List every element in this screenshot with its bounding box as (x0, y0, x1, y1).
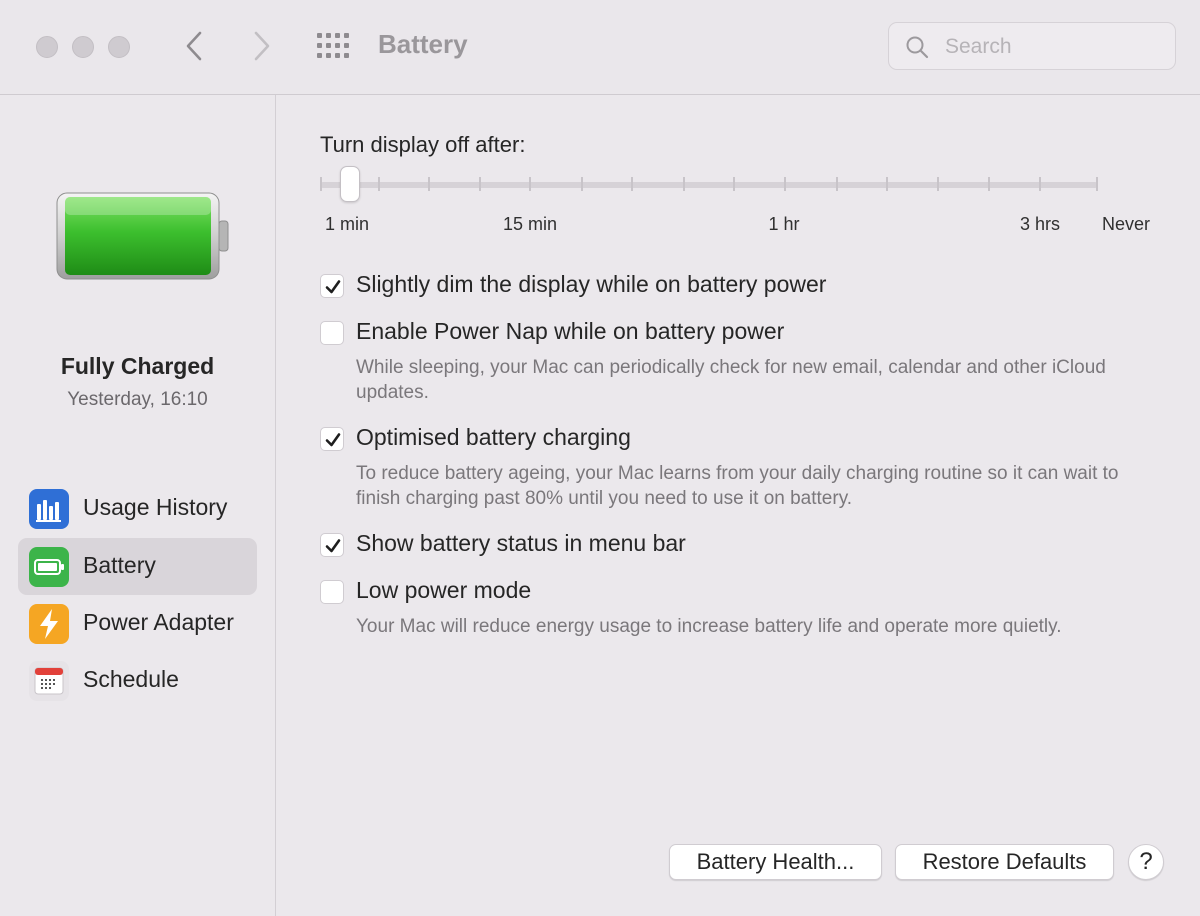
slider-label-1-min: 1 min (324, 214, 370, 234)
low-power-mode-checkbox[interactable] (320, 580, 344, 604)
dim-display-label[interactable]: Slightly dim the display while on batter… (356, 271, 826, 298)
display-off-slider-title: Turn display off after: (320, 132, 526, 157)
back-button[interactable] (180, 28, 210, 64)
sidebar-item-label: Usage History (83, 494, 228, 520)
slider-label-15-min: 15 min (502, 214, 558, 234)
battery-settings-pane: Turn display off after: 1 min 15 min 1 h… (276, 95, 1200, 916)
slider-tick (836, 177, 838, 191)
slider-tick (1039, 177, 1041, 191)
sidebar: Fully Charged Yesterday, 16:10 Usage His… (0, 95, 276, 916)
help-button[interactable]: ? (1128, 844, 1164, 880)
low-power-mode-label[interactable]: Low power mode (356, 577, 531, 604)
bar-chart-icon (29, 489, 69, 529)
sidebar-item-usage-history[interactable]: Usage History (18, 480, 257, 537)
close-window-button[interactable] (36, 36, 58, 58)
menu-bar-status-label[interactable]: Show battery status in menu bar (356, 530, 686, 557)
sidebar-item-label: Battery (83, 552, 156, 578)
low-power-mode-description: Your Mac will reduce energy usage to inc… (356, 616, 1062, 637)
zoom-window-button[interactable] (108, 36, 130, 58)
system-preferences-window: Battery Fully Charged (0, 0, 1200, 916)
titlebar: Battery (0, 0, 1200, 95)
sidebar-item-schedule[interactable]: Schedule (18, 652, 257, 709)
slider-tick (683, 177, 685, 191)
battery-icon (29, 547, 69, 587)
slider-tick (784, 177, 786, 191)
window-title: Battery (378, 29, 468, 59)
sidebar-item-label: Schedule (83, 666, 179, 692)
search-input[interactable] (943, 32, 1167, 62)
slider-tick (378, 177, 380, 191)
forward-button[interactable] (246, 28, 276, 64)
slider-tick (428, 177, 430, 191)
slider-label-never: Never (1101, 214, 1151, 234)
slider-tick (631, 177, 633, 191)
slider-label-1-hr: 1 hr (768, 214, 800, 234)
calendar-icon (29, 661, 69, 701)
display-off-slider-track[interactable] (320, 182, 1098, 188)
checkmark-icon (325, 280, 341, 294)
power-nap-label[interactable]: Enable Power Nap while on battery power (356, 318, 784, 345)
checkmark-icon (325, 433, 341, 447)
slider-label-3-hrs: 3 hrs (1019, 214, 1061, 234)
battery-health-button[interactable]: Battery Health... (669, 844, 882, 880)
menu-bar-status-checkbox[interactable] (320, 533, 344, 557)
slider-tick (886, 177, 888, 191)
chevron-left-icon (186, 31, 202, 61)
show-all-button[interactable] (316, 32, 352, 60)
battery-status-title: Fully Charged (60, 353, 215, 379)
chevron-right-icon (254, 31, 270, 61)
power-nap-description: While sleeping, your Mac can periodicall… (356, 357, 1106, 403)
slider-tick (733, 177, 735, 191)
optimised-charging-label[interactable]: Optimised battery charging (356, 424, 631, 451)
power-nap-checkbox[interactable] (320, 321, 344, 345)
slider-tick (988, 177, 990, 191)
slider-tick (320, 177, 322, 191)
display-off-slider-thumb[interactable] (340, 166, 360, 202)
search-field[interactable] (888, 22, 1176, 70)
dim-display-checkbox[interactable] (320, 274, 344, 298)
search-icon (906, 36, 929, 59)
restore-defaults-button[interactable]: Restore Defaults (895, 844, 1114, 880)
slider-tick (581, 177, 583, 191)
optimised-charging-checkbox[interactable] (320, 427, 344, 451)
battery-status-time: Yesterday, 16:10 (67, 389, 208, 410)
battery-full-icon (56, 192, 229, 280)
slider-tick (1096, 177, 1098, 191)
sidebar-item-power-adapter[interactable]: Power Adapter (18, 595, 257, 652)
slider-tick (529, 177, 531, 191)
slider-tick (479, 177, 481, 191)
optimised-charging-description: To reduce battery ageing, your Mac learn… (356, 463, 1119, 509)
slider-tick (937, 177, 939, 191)
grid-icon (317, 33, 349, 58)
checkmark-icon (325, 539, 341, 553)
minimize-window-button[interactable] (72, 36, 94, 58)
sidebar-item-battery[interactable]: Battery (18, 538, 257, 595)
lightning-bolt-icon (29, 604, 69, 644)
sidebar-item-label: Power Adapter (83, 609, 234, 635)
